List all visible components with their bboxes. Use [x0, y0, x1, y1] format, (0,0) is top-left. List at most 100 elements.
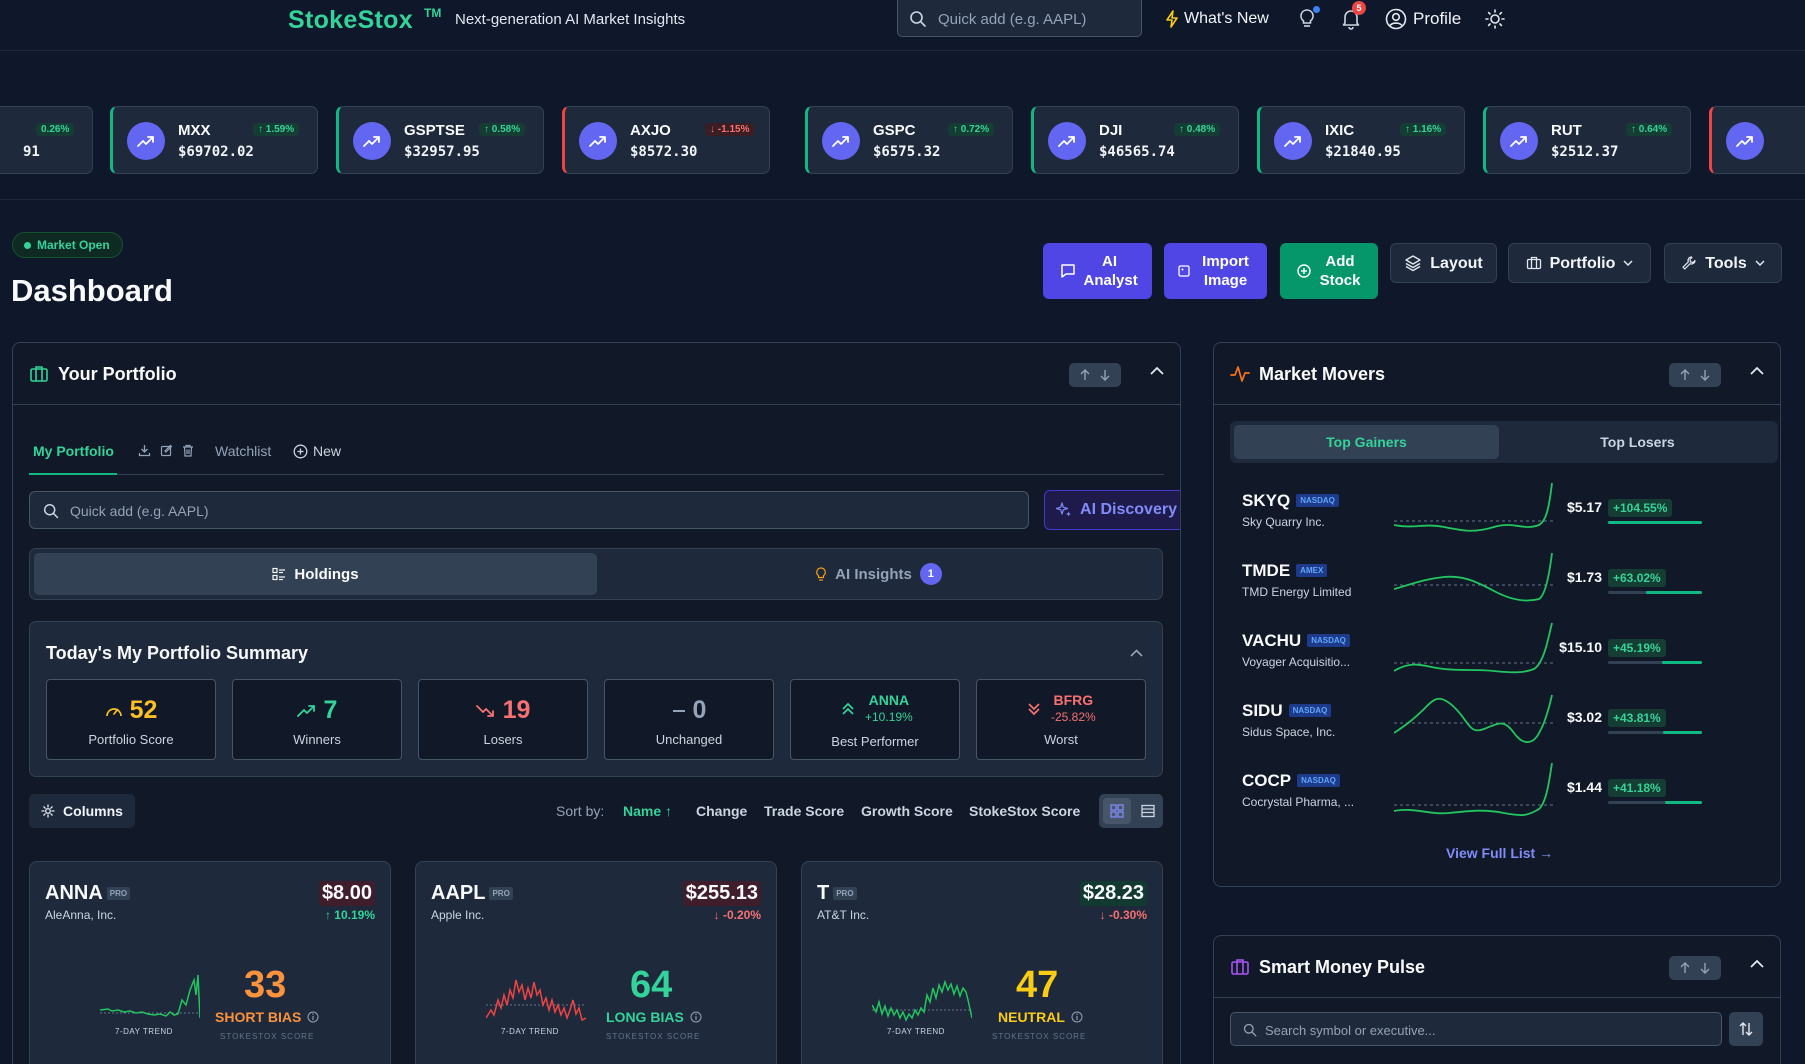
- ticker-card[interactable]: AXJO ↓ -1.15% $8572.30: [562, 106, 770, 174]
- stokestox-score: 47: [1016, 964, 1059, 1006]
- grid-icon[interactable]: [1110, 804, 1124, 818]
- top-search-box[interactable]: [897, 0, 1142, 37]
- portfolio-score-label: Portfolio Score: [88, 732, 174, 747]
- import-image-button[interactable]: Import Image: [1164, 243, 1267, 299]
- smart-money-search-input[interactable]: [1265, 1020, 1705, 1040]
- stock-card-t[interactable]: T PRO AT&T Inc. $28.23 ↓ -0.30% 7-DAY TRE…: [801, 861, 1163, 1064]
- portfolio-quick-add-input[interactable]: [70, 500, 970, 522]
- mover-sparkline: [1394, 482, 1554, 532]
- sort-option-change[interactable]: Change: [696, 803, 747, 819]
- portfolio-score-value: 52: [47, 696, 215, 725]
- bias-label: SHORT BIAS: [215, 1009, 319, 1025]
- sort-option-name[interactable]: Name ↑: [623, 803, 672, 819]
- smart-money-search[interactable]: [1230, 1012, 1722, 1046]
- ticker-change: ↑ 0.72%: [948, 123, 995, 136]
- mover-change: +63.02%: [1608, 569, 1666, 587]
- reorder-arrows[interactable]: [1069, 363, 1121, 387]
- trash-icon[interactable]: [182, 444, 194, 457]
- reorder-arrows[interactable]: [1669, 363, 1721, 387]
- brand-logo[interactable]: StokeStox: [288, 6, 413, 35]
- sun-icon[interactable]: [1485, 9, 1505, 29]
- sort-option-trade-score[interactable]: Trade Score: [764, 803, 844, 819]
- trend-label: 7-DAY TREND: [501, 1027, 559, 1036]
- whats-new-label: What's New: [1184, 10, 1269, 27]
- ticker-card[interactable]: 0.26% 91: [0, 106, 93, 174]
- ticker-card[interactable]: DJI ↑ 0.48% $46565.74: [1031, 106, 1239, 174]
- ai-insights-tab[interactable]: AI Insights 1: [597, 553, 1160, 595]
- ticker-card[interactable]: MXX ↑ 1.59% $69702.02: [110, 106, 318, 174]
- exchange-badge: AMEX: [1296, 564, 1328, 577]
- best-performer-card[interactable]: ANNA +10.19% Best Performer: [790, 679, 960, 760]
- layout-button[interactable]: Layout: [1390, 243, 1497, 283]
- arrow-up-icon[interactable]: [1080, 369, 1090, 381]
- mover-row[interactable]: TMDE AMEX TMD Energy Limited $1.73 +63.02…: [1242, 552, 1762, 617]
- chevron-up-icon[interactable]: [1150, 366, 1164, 375]
- stock-card-aapl[interactable]: AAPL PRO Apple Inc. $255.13 ↓ -0.20% 7-DA…: [415, 861, 777, 1064]
- portfolio-quick-add[interactable]: [29, 491, 1029, 529]
- info-icon[interactable]: [307, 1011, 319, 1023]
- ticker-symbol: GSPC: [873, 122, 916, 139]
- ticker-card[interactable]: RUT ↑ 0.64% $2512.37: [1483, 106, 1691, 174]
- tab-watchlist[interactable]: Watchlist: [215, 443, 271, 459]
- plus-circle-icon: [1297, 264, 1311, 278]
- whats-new-button[interactable]: What's New: [1165, 8, 1269, 30]
- edit-icon[interactable]: [160, 444, 173, 457]
- chevron-up-icon[interactable]: [1750, 366, 1764, 375]
- tab-top-gainers[interactable]: Top Gainers: [1234, 425, 1499, 459]
- sort-by-label: Sort by:: [556, 803, 605, 819]
- info-icon[interactable]: [690, 1011, 702, 1023]
- portfolio-dropdown-button[interactable]: Portfolio: [1508, 243, 1651, 283]
- pro-badge: PRO: [106, 887, 131, 900]
- ticker-symbol: AXJO: [630, 122, 671, 139]
- stock-price: $255.13: [682, 881, 761, 906]
- arrow-down-icon[interactable]: [1700, 369, 1710, 381]
- ticker-card[interactable]: GSPTSE ↑ 0.58% $32957.95: [336, 106, 544, 174]
- mover-change: +104.55%: [1608, 499, 1673, 517]
- holdings-tab[interactable]: Holdings: [34, 553, 597, 595]
- lightbulb-icon: [815, 566, 827, 582]
- sort-toggle-button[interactable]: [1729, 1012, 1763, 1046]
- arrow-up-icon[interactable]: [1680, 369, 1690, 381]
- ticker-card[interactable]: [1709, 106, 1805, 174]
- ticker-card[interactable]: IXIC ↑ 1.16% $21840.95: [1257, 106, 1465, 174]
- chevron-up-icon[interactable]: [1130, 649, 1143, 657]
- info-icon[interactable]: [1071, 1011, 1083, 1023]
- worst-performer-card[interactable]: BFRG -25.82% Worst: [976, 679, 1146, 760]
- tools-dropdown-button[interactable]: Tools: [1664, 243, 1782, 283]
- ticker-change: 0.26%: [36, 123, 75, 136]
- profile-button[interactable]: Profile: [1385, 8, 1461, 30]
- worst-performer-label: Worst: [1044, 732, 1078, 747]
- ai-discovery-button[interactable]: AI Discovery: [1044, 490, 1180, 530]
- add-stock-button[interactable]: Add Stock: [1280, 243, 1378, 299]
- ticker-strip[interactable]: 0.26% 91 MXX ↑ 1.59% $69702.02 GSPTSE ↑ …: [0, 52, 1805, 200]
- columns-button[interactable]: Columns: [29, 794, 135, 828]
- table-icon[interactable]: [1141, 804, 1155, 818]
- arrow-down-icon[interactable]: [1700, 962, 1710, 974]
- tab-my-portfolio[interactable]: My Portfolio: [33, 443, 114, 459]
- chevrons-up-icon: [841, 702, 855, 716]
- trend-label: 7-DAY TREND: [887, 1027, 945, 1036]
- mover-row[interactable]: VACHU NASDAQ Voyager Acquisitio... $15.10…: [1242, 622, 1762, 687]
- stock-card-anna[interactable]: ANNA PRO AleAnna, Inc. $8.00 ↑ 10.19% 7-D…: [29, 861, 391, 1064]
- sparkline-chart: [872, 979, 972, 1022]
- mover-row[interactable]: COCP NASDAQ Cocrystal Pharma, ... $1.44 +…: [1242, 762, 1762, 827]
- mover-row[interactable]: SKYQ NASDAQ Sky Quarry Inc. $5.17 +104.55…: [1242, 482, 1762, 547]
- view-full-list-link[interactable]: View Full List →: [1446, 845, 1553, 861]
- smart-money-title: Smart Money Pulse: [1259, 957, 1426, 977]
- top-search-input[interactable]: [938, 8, 1133, 30]
- mover-row[interactable]: SIDU NASDAQ Sidus Space, Inc. $3.02 +43.8…: [1242, 694, 1762, 757]
- ai-analyst-button[interactable]: AI Analyst: [1043, 243, 1152, 299]
- ticker-price: $2512.37: [1551, 144, 1619, 160]
- arrow-up-icon[interactable]: [1680, 962, 1690, 974]
- arrow-down-icon[interactable]: [1100, 369, 1110, 381]
- sort-option-stokestox-score[interactable]: StokeStox Score: [969, 803, 1080, 819]
- tab-top-losers[interactable]: Top Losers: [1505, 425, 1770, 459]
- new-list-button[interactable]: New: [293, 443, 341, 459]
- sort-option-growth-score[interactable]: Growth Score: [861, 803, 953, 819]
- ai-insights-count-badge: 1: [919, 563, 942, 585]
- download-icon[interactable]: [138, 444, 151, 457]
- ticker-card[interactable]: GSPC ↑ 0.72% $6575.32: [805, 106, 1013, 174]
- chevron-up-icon[interactable]: [1750, 959, 1764, 968]
- chevron-down-icon: [1755, 260, 1765, 266]
- reorder-arrows[interactable]: [1669, 956, 1721, 980]
